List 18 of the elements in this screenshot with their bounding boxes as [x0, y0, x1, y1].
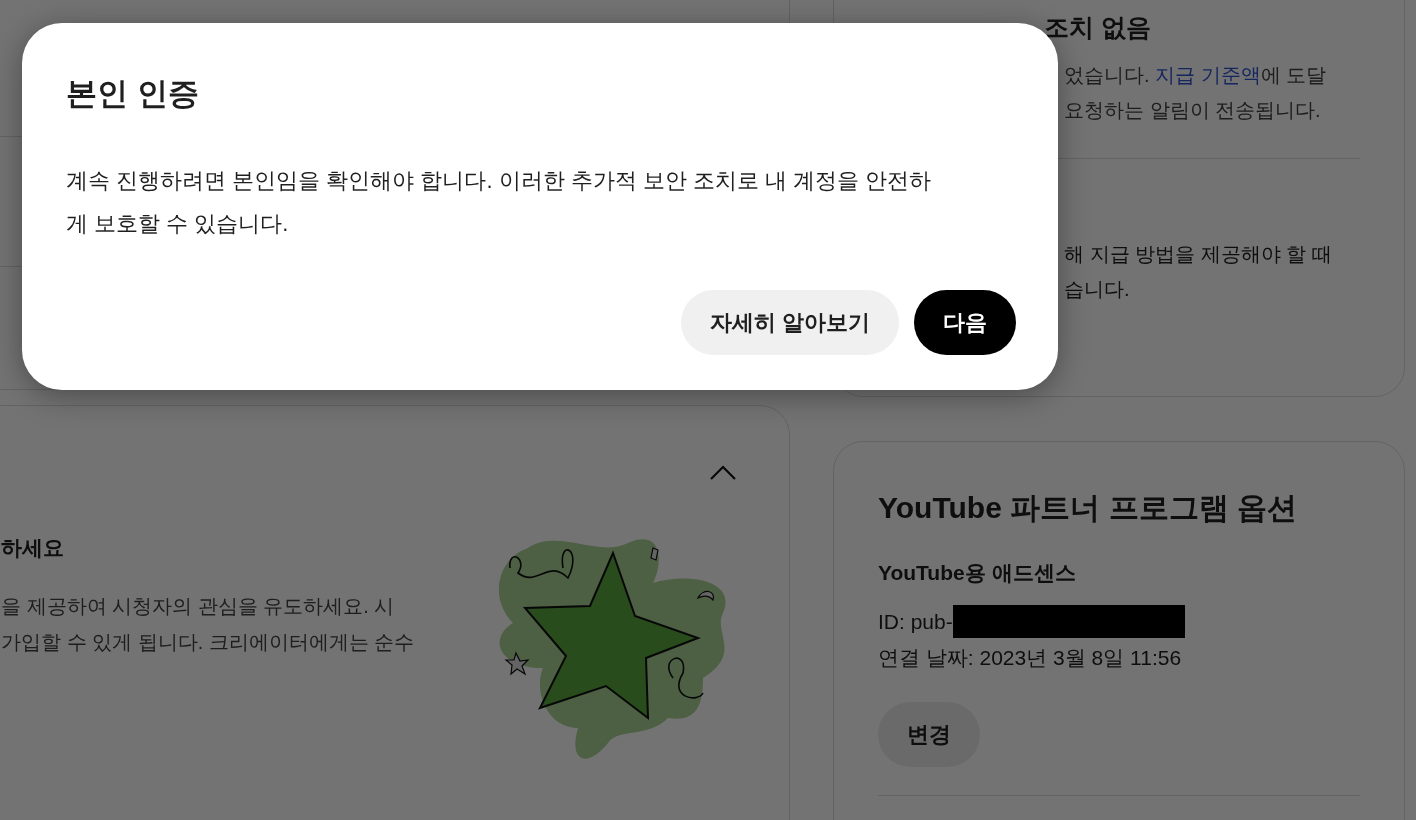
publisher-id: ID: pub- — [878, 609, 953, 634]
status-text: 요청하는 알림이 전송됩니다. — [1064, 98, 1321, 123]
dialog-message: 계속 진행하려면 본인임을 확인해야 합니다. 이러한 추가적 보안 조치로 내 계정을 안전하게 보호할 수 있습니다. — [66, 167, 933, 238]
dialog-title: 본인 인증 — [66, 75, 199, 113]
status-text: 습니다. — [1064, 277, 1130, 302]
description-text: 가입할 수 있게 됩니다. 크리에이터에게는 순수 — [1, 630, 415, 655]
connection-date: 연결 날짜: 2023년 3월 8일 11:56 — [878, 645, 1182, 671]
collapse-icon[interactable] — [710, 464, 736, 480]
account-name: YouTube용 애드센스 — [878, 560, 1076, 586]
status-text: 었습니다. 지급 기준액에 도달 — [1064, 63, 1327, 88]
card-title: YouTube 파트너 프로그램 옵션 — [878, 490, 1297, 526]
description-text: 을 제공하여 시청자의 관심을 유도하세요. 시 — [1, 594, 395, 619]
status-text: 해 지급 방법을 제공해야 할 때 — [1064, 242, 1332, 267]
next-button[interactable]: 다음 — [914, 290, 1016, 355]
section-heading: 하세요 — [1, 535, 64, 561]
change-button[interactable]: 변경 — [878, 702, 980, 767]
status-heading: 조치 없음 — [1044, 12, 1151, 43]
learn-more-button[interactable]: 자세히 알아보기 — [680, 290, 899, 355]
